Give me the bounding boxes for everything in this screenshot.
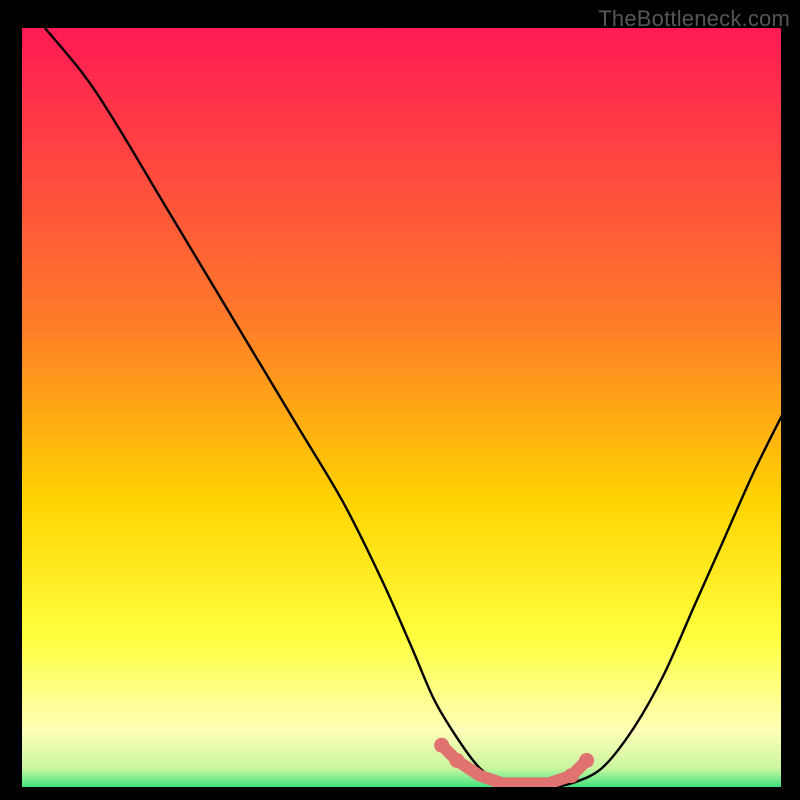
chart-canvas: TheBottleneck.com	[0, 0, 800, 800]
background-gradient	[22, 28, 781, 787]
plot-area	[20, 26, 783, 789]
